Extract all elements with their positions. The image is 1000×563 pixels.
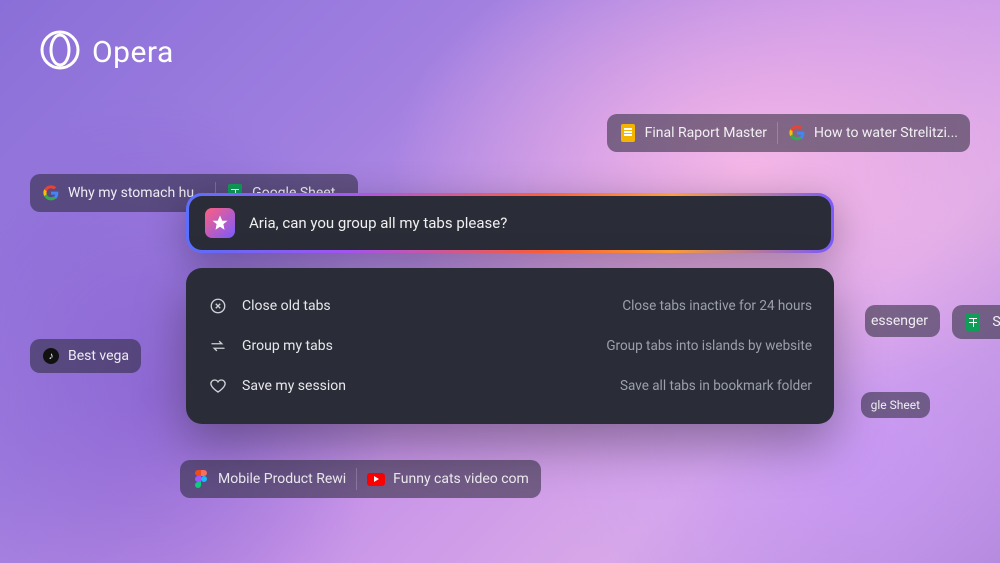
opera-logo: Opera [40, 30, 174, 74]
tab-item[interactable]: Mobile Product Rewi [192, 470, 346, 488]
aria-suggestions-panel: Close old tabs Close tabs inactive for 2… [186, 268, 834, 424]
suggestion-desc: Close tabs inactive for 24 hours [622, 298, 812, 314]
tab-label: Final Raport Master [645, 125, 767, 141]
tiktok-icon: ♪ [42, 347, 60, 365]
opera-logo-text: Opera [92, 35, 174, 70]
suggestion-save-session[interactable]: Save my session Save all tabs in bookmar… [208, 366, 812, 406]
tab-item[interactable]: ♪ Best vega [42, 347, 129, 365]
tab-label: How to water Strelitzi... [814, 125, 958, 141]
tab-label: essenger [871, 313, 928, 329]
tab-group-bottom[interactable]: Mobile Product Rewi Funny cats video com [180, 460, 541, 498]
tab-item[interactable]: Final Raport Master [619, 124, 767, 142]
suggestion-title: Save my session [242, 378, 346, 394]
suggestion-group-tabs[interactable]: Group my tabs Group tabs into islands by… [208, 326, 812, 366]
google-icon [788, 124, 806, 142]
tab-fragment-sheet[interactable]: gle Sheet [861, 392, 930, 418]
tab-group-top-right[interactable]: Final Raport Master How to water Strelit… [607, 114, 970, 152]
tab-fragment-september[interactable]: Septe [952, 305, 1000, 339]
aria-prompt-text: Aria, can you group all my tabs please? [249, 214, 507, 232]
divider [356, 468, 357, 490]
tab-label: Funny cats video com [393, 471, 529, 487]
suggestion-desc: Group tabs into islands by website [606, 338, 812, 354]
tab-item[interactable]: Funny cats video com [367, 470, 529, 488]
aria-icon [205, 208, 235, 238]
docs-icon [619, 124, 637, 142]
opera-logo-icon [40, 30, 80, 74]
tab-fragment-messenger[interactable]: essenger [865, 305, 940, 337]
figma-icon [192, 470, 210, 488]
swap-icon [208, 336, 228, 356]
tab-label: Best vega [68, 348, 129, 364]
tab-item[interactable]: How to water Strelitzi... [788, 124, 958, 142]
youtube-icon [367, 470, 385, 488]
sheets-icon [964, 313, 982, 331]
suggestion-title: Close old tabs [242, 298, 331, 314]
tab-label: gle Sheet [871, 398, 920, 412]
tab-label: Septe [992, 314, 1000, 330]
suggestion-desc: Save all tabs in bookmark folder [620, 378, 812, 394]
heart-icon [208, 376, 228, 396]
divider [777, 122, 778, 144]
suggestion-title: Group my tabs [242, 338, 333, 354]
tab-label: Mobile Product Rewi [218, 471, 346, 487]
tab-tiktok[interactable]: ♪ Best vega [30, 339, 141, 373]
close-circle-icon [208, 296, 228, 316]
tab-label: Why my stomach hu... [68, 185, 205, 201]
suggestion-close-old-tabs[interactable]: Close old tabs Close tabs inactive for 2… [208, 286, 812, 326]
tab-item[interactable]: Why my stomach hu... [42, 184, 205, 202]
google-icon [42, 184, 60, 202]
aria-command-bar[interactable]: Aria, can you group all my tabs please? [186, 193, 834, 253]
